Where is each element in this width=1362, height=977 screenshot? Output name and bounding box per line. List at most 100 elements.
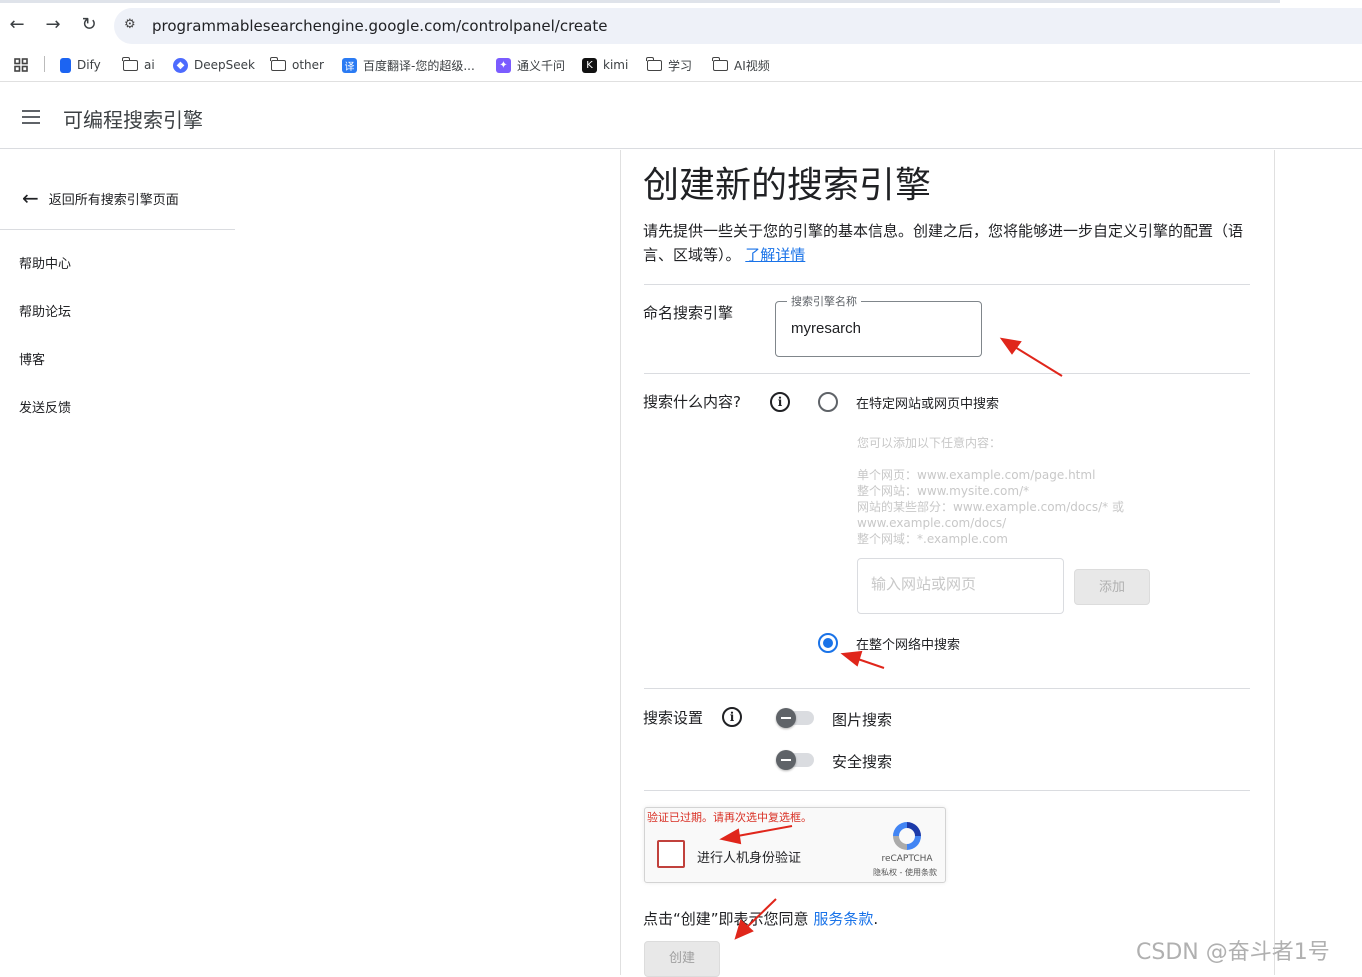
back-arrow-icon[interactable]: ←	[6, 14, 28, 36]
bookmark-label: kimi	[603, 58, 629, 72]
content-border-left	[620, 150, 621, 975]
learn-more-link[interactable]: 了解详情	[745, 246, 805, 264]
bookmark-dify[interactable]: Dify	[60, 56, 101, 74]
recaptcha-brand: reCAPTCHA	[881, 854, 933, 864]
apps-grid-icon[interactable]	[13, 56, 29, 74]
reload-icon[interactable]: ↻	[78, 14, 100, 36]
engine-name-field-label: 搜索引擎名称	[787, 293, 861, 309]
section-divider	[644, 790, 1250, 791]
content-border-right	[1274, 150, 1275, 975]
toggle-knob	[776, 708, 796, 728]
dify-icon	[60, 57, 71, 73]
bookmark-ai[interactable]: ai	[122, 56, 155, 74]
bookmark-label: AI视频	[734, 58, 770, 73]
folder-icon	[122, 56, 138, 71]
sidebar-item-feedback[interactable]: 发送反馈	[19, 397, 71, 416]
kimi-icon: K	[582, 57, 597, 73]
image-search-toggle[interactable]	[776, 708, 814, 728]
bookmark-label: ai	[144, 58, 155, 72]
deepseek-icon: ◆	[173, 57, 188, 73]
folder-icon	[646, 56, 662, 71]
info-icon[interactable]: i	[722, 707, 742, 727]
forward-arrow-icon[interactable]: →	[42, 14, 64, 36]
section-divider	[644, 373, 1250, 374]
image-search-label: 图片搜索	[832, 711, 893, 729]
section-divider	[644, 284, 1250, 285]
intro-body: 请先提供一些关于您的引擎的基本信息。创建之后，您将能够进一步自定义引擎的配置（语…	[643, 222, 1244, 264]
bookmark-study[interactable]: 学习	[646, 56, 693, 74]
radio-specific-sites[interactable]	[818, 392, 838, 412]
bookmark-label: 通义千问	[517, 58, 566, 73]
recaptcha-widget: 验证已过期。请再次选中复选框。 进行人机身份验证 reCAPTCHA 隐私权 -…	[644, 807, 946, 883]
baidu-translate-icon: 译	[342, 57, 357, 73]
bookmark-label: DeepSeek	[194, 58, 255, 72]
terms-suffix: .	[873, 910, 879, 928]
bookmark-label: 学习	[668, 58, 693, 73]
create-button[interactable]: 创建	[644, 941, 720, 977]
bookmark-label: Dify	[77, 58, 101, 72]
hint-line: 整个网站：www.mysite.com/*	[857, 484, 1030, 498]
safe-search-toggle[interactable]	[776, 750, 814, 770]
intro-text: 请先提供一些关于您的引擎的基本信息。创建之后，您将能够进一步自定义引擎的配置（语…	[643, 219, 1247, 267]
annotation-arrow-entire-web	[840, 650, 885, 669]
bookmark-deepseek[interactable]: ◆ DeepSeek	[173, 56, 255, 74]
toggle-knob	[776, 750, 796, 770]
recaptcha-label: 进行人机身份验证	[697, 851, 802, 866]
bookmarks-bar: Dify ai ◆ DeepSeek other 译 百度翻译-您的超级... …	[0, 48, 1362, 82]
address-bar[interactable]: ⚙ programmablesearchengine.google.com/co…	[114, 8, 1362, 44]
annotation-arrow-name	[999, 337, 1063, 377]
section-divider	[644, 688, 1250, 689]
terms-prefix: 点击“创建”即表示您同意	[643, 910, 809, 928]
browser-toolbar: ← → ↻ ⚙ programmablesearchengine.google.…	[0, 0, 1362, 48]
recaptcha-checkbox[interactable]	[657, 840, 685, 868]
what-section-label: 搜索什么内容?	[643, 393, 741, 411]
sidebar-item-blog[interactable]: 博客	[19, 349, 45, 368]
recaptcha-logo-icon	[893, 822, 921, 850]
terms-of-service-link[interactable]: 服务条款	[813, 910, 873, 928]
page-title: 创建新的搜索引擎	[643, 165, 932, 206]
radio-entire-web-label[interactable]: 在整个网络中搜索	[856, 634, 960, 653]
bookmark-label: other	[292, 58, 324, 72]
sidebar-item-help-forum[interactable]: 帮助论坛	[19, 301, 71, 320]
sidebar-item-help-center[interactable]: 帮助中心	[19, 253, 71, 272]
bookmark-ai-video[interactable]: AI视频	[712, 56, 770, 74]
tongyi-icon: ✦	[496, 57, 511, 73]
recaptcha-error: 验证已过期。请再次选中复选框。	[647, 811, 812, 824]
tab-strip-line	[0, 0, 1280, 3]
engine-name-input[interactable]	[791, 320, 971, 337]
hint-title: 您可以添加以下任意内容：	[857, 436, 1002, 450]
site-settings-icon[interactable]: ⚙	[124, 17, 142, 35]
folder-icon	[270, 56, 286, 71]
bookmarks-separator	[44, 56, 45, 72]
recaptcha-terms[interactable]: 隐私权 - 使用条款	[865, 867, 945, 878]
app-title: 可编程搜索引擎	[63, 108, 203, 132]
terms-text: 点击“创建”即表示您同意 服务条款.	[643, 908, 878, 929]
name-section-label: 命名搜索引擎	[643, 304, 734, 322]
bookmark-kimi[interactable]: K kimi	[582, 56, 628, 74]
hint-line: 整个网域：*.example.com	[857, 532, 1008, 546]
hint-line: 网站的某些部分：www.example.com/docs/* 或	[857, 500, 1124, 514]
radio-specific-sites-label[interactable]: 在特定网站或网页中搜索	[856, 393, 999, 412]
hint-line: www.example.com/docs/	[857, 516, 1007, 530]
info-icon[interactable]: i	[770, 392, 790, 412]
safe-search-label: 安全搜索	[832, 753, 893, 771]
url-text[interactable]: programmablesearchengine.google.com/cont…	[152, 17, 607, 35]
settings-section-label: 搜索设置	[643, 709, 704, 727]
watermark: CSDN @奋斗者1号	[1136, 940, 1330, 965]
app-header: 可编程搜索引擎	[0, 85, 1362, 149]
bookmark-tongyi[interactable]: ✦ 通义千问	[496, 56, 565, 74]
menu-icon[interactable]	[22, 110, 40, 124]
bookmark-baidu-translate[interactable]: 译 百度翻译-您的超级...	[342, 56, 475, 74]
back-link-label: 返回所有搜索引擎页面	[48, 192, 179, 208]
hint-line: 单个网页：www.example.com/page.html	[857, 468, 1096, 482]
sidebar: ← 返回所有搜索引擎页面 帮助中心 帮助论坛 博客 发送反馈	[0, 150, 236, 975]
site-input[interactable]	[871, 576, 1051, 593]
bookmark-other[interactable]: other	[270, 56, 324, 74]
radio-entire-web[interactable]	[818, 633, 838, 653]
folder-icon	[712, 56, 728, 71]
bookmark-label: 百度翻译-您的超级...	[363, 58, 475, 73]
sidebar-divider	[0, 229, 235, 230]
back-to-all-engines-link[interactable]: ← 返回所有搜索引擎页面	[22, 186, 179, 210]
arrow-back-icon: ←	[22, 186, 39, 210]
add-site-button[interactable]: 添加	[1074, 569, 1150, 605]
